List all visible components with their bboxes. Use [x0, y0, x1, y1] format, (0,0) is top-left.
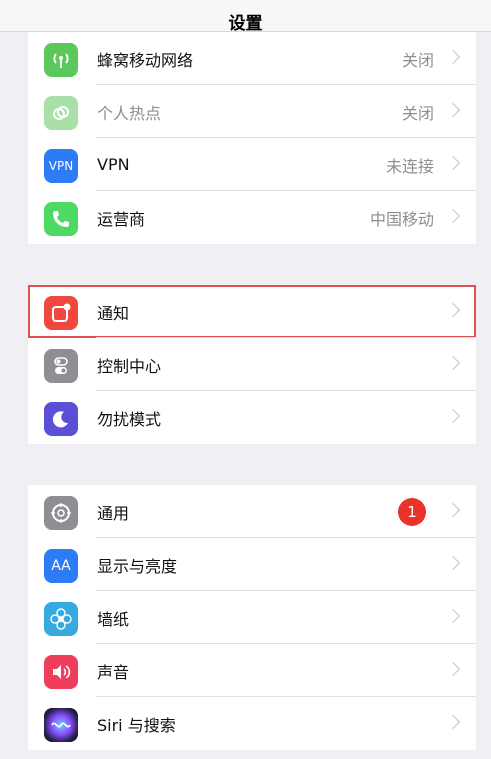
- row-label: 个人热点: [97, 103, 162, 123]
- chevron-right-icon: [445, 155, 461, 171]
- chevron-right-icon: [445, 102, 461, 118]
- row-vpn[interactable]: VPN VPN 未连接: [28, 138, 476, 191]
- row-label: VPN: [97, 155, 130, 174]
- row-wallpaper[interactable]: 墙纸: [28, 591, 476, 644]
- settings-group-network: 蜂窝移动网络 关闭 个人热点 关闭 VPN VPN 未连接 运营商 中国移动: [28, 32, 476, 244]
- row-value: 中国移动: [369, 209, 434, 229]
- notification-badge: 1: [398, 498, 426, 526]
- toggle-icon: [44, 349, 78, 383]
- vpn-icon: VPN: [44, 149, 78, 183]
- row-label: 显示与亮度: [97, 556, 178, 576]
- row-control-center[interactable]: 控制中心: [28, 338, 476, 391]
- speaker-icon: [44, 655, 78, 689]
- row-label: 运营商: [97, 209, 146, 229]
- row-label: 声音: [97, 662, 130, 682]
- chevron-right-icon: [445, 502, 461, 518]
- chevron-right-icon: [445, 555, 461, 571]
- chevron-right-icon: [445, 355, 461, 371]
- row-label: 通知: [97, 303, 130, 323]
- row-label: 蜂窝移动网络: [97, 50, 194, 70]
- settings-group-general: 通用 1 AA 显示与亮度 墙纸 声音 Siri 与搜索: [28, 485, 476, 750]
- row-value: 关闭: [401, 103, 434, 123]
- row-label: 通用: [97, 503, 130, 523]
- row-label: 墙纸: [97, 609, 130, 629]
- wallpaper-icon: [44, 602, 78, 636]
- chevron-right-icon: [445, 608, 461, 624]
- row-label: Siri 与搜索: [97, 715, 176, 735]
- row-notifications[interactable]: 通知: [28, 285, 476, 338]
- antenna-icon: [44, 43, 78, 77]
- chevron-right-icon: [445, 49, 461, 65]
- row-value: 关闭: [401, 50, 434, 70]
- chevron-right-icon: [445, 208, 461, 224]
- nav-bar: 设置: [0, 0, 491, 34]
- page-title: 设置: [228, 14, 263, 34]
- moon-icon: [44, 402, 78, 436]
- siri-icon: [44, 708, 78, 742]
- row-general[interactable]: 通用 1: [28, 485, 476, 538]
- chevron-right-icon: [445, 714, 461, 730]
- display-icon-glyph: AA: [51, 558, 71, 574]
- hotspot-icon: [44, 96, 78, 130]
- chevron-right-icon: [445, 661, 461, 677]
- row-label: 控制中心: [97, 356, 162, 376]
- notification-icon: [44, 296, 78, 330]
- row-sounds[interactable]: 声音: [28, 644, 476, 697]
- row-do-not-disturb[interactable]: 勿扰模式: [28, 391, 476, 444]
- row-value: 未连接: [385, 156, 434, 176]
- chevron-right-icon: [445, 408, 461, 424]
- row-label: 勿扰模式: [97, 409, 162, 429]
- chevron-right-icon: [445, 302, 461, 318]
- phone-icon: [44, 202, 78, 236]
- selection-highlight: [28, 285, 476, 338]
- row-carrier[interactable]: 运营商 中国移动: [28, 191, 476, 244]
- row-cellular[interactable]: 蜂窝移动网络 关闭: [28, 32, 476, 85]
- gear-icon: [44, 496, 78, 530]
- row-display-brightness[interactable]: AA 显示与亮度: [28, 538, 476, 591]
- row-hotspot[interactable]: 个人热点 关闭: [28, 85, 476, 138]
- row-siri-search[interactable]: Siri 与搜索: [28, 697, 476, 750]
- settings-group-notifications: 通知 控制中心 勿扰模式: [28, 285, 476, 444]
- display-icon: AA: [44, 549, 78, 583]
